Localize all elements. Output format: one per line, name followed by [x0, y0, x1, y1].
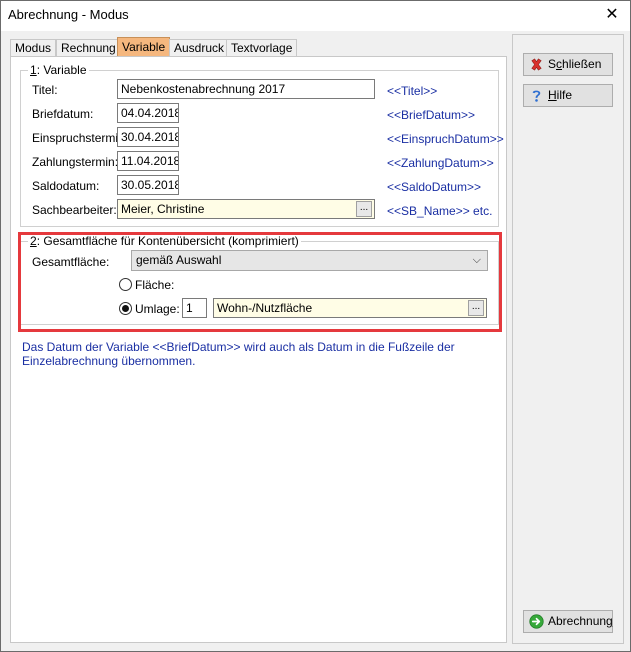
- info-text: Das Datum der Variable <<BriefDatum>> wi…: [22, 340, 455, 368]
- zahlungstermin-input[interactable]: 11.04.2018: [117, 151, 179, 171]
- tab-rechnung[interactable]: Rechnung: [56, 39, 121, 57]
- gesamtflaeche-group-legend: 2: Gesamtfläche für Kontenübersicht (kom…: [28, 234, 301, 248]
- sachbearbeiter-label: Sachbearbeiter:: [32, 203, 117, 217]
- saldodatum-label: Saldodatum:: [32, 179, 100, 193]
- gesamtflaeche-label: Gesamtfläche:: [32, 255, 110, 269]
- close-x-icon: [531, 58, 542, 71]
- window-title: Abrechnung - Modus: [8, 7, 129, 22]
- zahlungstermin-label: Zahlungstermin:: [32, 155, 119, 169]
- umlage-input[interactable]: Wohn-/Nutzfläche: [213, 298, 487, 318]
- briefdatum-label: Briefdatum:: [32, 107, 94, 121]
- sachbearbeiter-browse-button[interactable]: ...: [356, 201, 372, 217]
- umlage-number-input[interactable]: 1: [182, 298, 207, 318]
- dialog-window: Abrechnung - Modus ✕ Modus Rechnung Vari…: [0, 0, 631, 652]
- sachbearbeiter-input[interactable]: Meier, Christine: [117, 199, 375, 219]
- title-variable: <<Titel>>: [387, 84, 438, 98]
- close-button[interactable]: Schließen: [523, 53, 613, 76]
- radio-flaeche-label: Fläche:: [135, 278, 175, 292]
- briefdatum-variable: <<BriefDatum>>: [387, 108, 476, 122]
- tab-modus[interactable]: Modus: [10, 39, 57, 57]
- gesamtflaeche-select[interactable]: gemäß Auswahl ⌵: [131, 250, 488, 271]
- title-bar: Abrechnung - Modus ✕: [1, 1, 630, 31]
- einspruchstermin-variable: <<EinspruchDatum>>: [387, 132, 504, 146]
- tab-ausdruck[interactable]: Ausdruck: [169, 39, 230, 57]
- radio-umlage[interactable]: [119, 302, 132, 315]
- zahlungstermin-variable: <<ZahlungDatum>>: [387, 156, 494, 170]
- radio-flaeche[interactable]: [119, 278, 132, 291]
- abrechnung-button[interactable]: Abrechnung: [523, 610, 613, 633]
- umlage-browse-button[interactable]: ...: [468, 300, 484, 316]
- tab-variable[interactable]: Variable: [117, 37, 171, 58]
- sachbearbeiter-variable: <<SB_Name>> etc.: [387, 204, 493, 218]
- help-question-icon: [532, 90, 541, 102]
- variable-group-legend: 1: Variable: [28, 63, 89, 77]
- chevron-down-icon: ⌵: [472, 254, 481, 266]
- gesamtflaeche-selected-value: gemäß Auswahl: [136, 253, 222, 267]
- help-button[interactable]: Hilfe: [523, 84, 613, 107]
- einspruchstermin-input[interactable]: 30.04.2018: [117, 127, 179, 147]
- einspruchstermin-label: Einspruchstermin:: [32, 131, 129, 145]
- title-label: Titel:: [32, 83, 58, 97]
- saldodatum-input[interactable]: 30.05.2018: [117, 175, 179, 195]
- saldodatum-variable: <<SaldoDatum>>: [387, 180, 482, 194]
- radio-umlage-label: Umlage:: [135, 302, 180, 316]
- briefdatum-input[interactable]: 04.04.2018: [117, 103, 179, 123]
- tab-textvorlage[interactable]: Textvorlage: [226, 39, 298, 57]
- close-icon[interactable]: ✕: [600, 4, 624, 26]
- title-input[interactable]: Nebenkostenabrechnung 2017: [117, 79, 375, 99]
- button-sidebar: Schließen Hilfe Abrechnung: [512, 34, 624, 644]
- arrow-right-circle-icon: [529, 614, 544, 629]
- radio-selected-dot: [122, 305, 129, 312]
